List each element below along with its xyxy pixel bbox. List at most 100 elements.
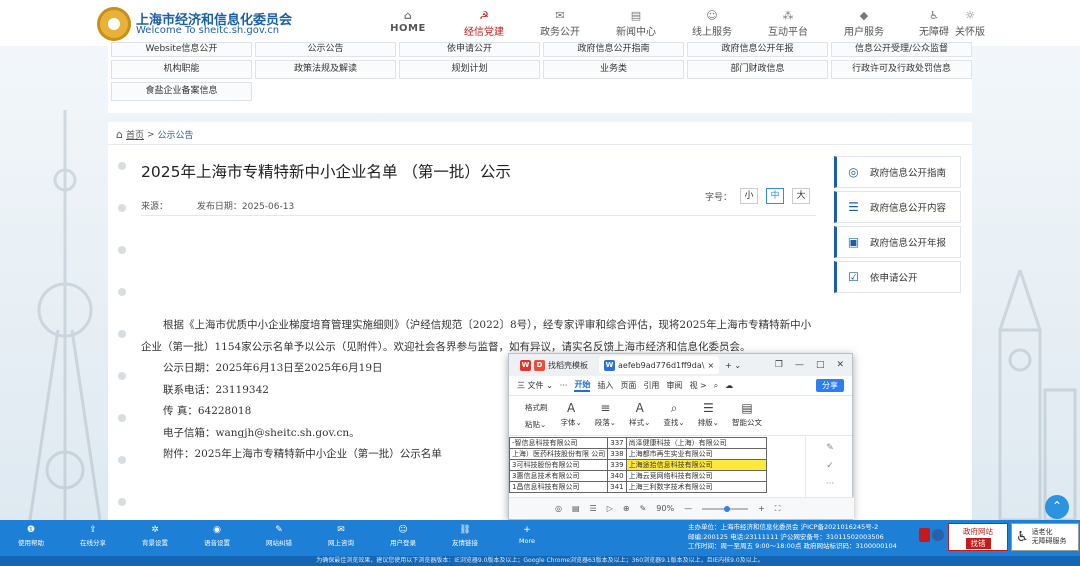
close-tab-icon[interactable]: × — [707, 361, 714, 370]
sidebar-item-1[interactable]: ☰ 政府信息公开内容 — [834, 191, 961, 223]
nav-item-4[interactable]: ☺ 线上服务 — [674, 9, 750, 41]
maximize-icon[interactable]: □ — [816, 360, 825, 370]
pen-icon[interactable]: ✎ — [826, 443, 834, 453]
sidebar-item-2[interactable]: ▣ 政府信息公开年报 — [834, 226, 961, 258]
sidebar-item-0[interactable]: ◎ 政府信息公开指南 — [834, 156, 961, 188]
footer-tool-2[interactable]: ✲ 背景设置 — [124, 524, 186, 547]
back-to-top-button[interactable]: ⌃ — [1045, 495, 1069, 519]
wps-menu-item[interactable]: ··· — [560, 381, 568, 390]
party-emblem-icon: ☭ — [479, 9, 489, 22]
quicklink-item[interactable]: Website信息公开 — [111, 42, 252, 57]
ribbon-button[interactable]: ≡ 段落⌄ — [595, 402, 616, 428]
news-icon: ▤ — [630, 9, 642, 22]
quicklink-item[interactable]: 政策法规及解读 — [255, 60, 396, 79]
wps-menu-item[interactable]: 审阅 — [666, 380, 682, 391]
zoom-slider[interactable] — [702, 505, 749, 512]
quicklink-item[interactable]: 政府信息公开指南 — [543, 42, 684, 57]
wps-menu-item[interactable]: 开始 — [574, 379, 591, 392]
police-emblem-icon — [932, 529, 944, 541]
quicklink-item[interactable]: 食盐企业备案信息 — [111, 82, 252, 101]
nav-item-2[interactable]: ✉ 政务公开 — [522, 9, 598, 41]
nav-item-6[interactable]: ◆ 用户服务 — [826, 9, 902, 41]
sidebar-item-label: 政府信息公开内容 — [870, 203, 947, 214]
footer-tool-label: 用户登录 — [390, 539, 416, 547]
ribbon-button[interactable]: ▤ 智能公文 — [732, 402, 762, 428]
quicklink-item[interactable]: 公示公告 — [255, 42, 396, 57]
nav-item-3[interactable]: ▤ 新闻中心 — [598, 9, 674, 41]
nav-item-0[interactable]: ⌂ HOME — [370, 9, 446, 41]
quicklink-item[interactable]: 业务类 — [543, 60, 684, 79]
clipboard-group: 格式刷粘贴⌄ — [525, 402, 548, 430]
zoom-in-icon[interactable]: + — [758, 504, 765, 513]
footer-tool-5[interactable]: ✉ 网上咨询 — [310, 524, 372, 547]
site-logo[interactable] — [97, 7, 131, 41]
wps-document-view[interactable]: -智信息科技有限公司 337 尚泽健康科技（上海）有限公司 上海）医药科技股份有限 公… — [509, 437, 805, 497]
ribbon-button[interactable]: ☰ 排版⌄ — [698, 402, 719, 428]
nav-item-1[interactable]: ☭ 经信党建 — [446, 9, 522, 41]
diamond-icon: ◆ — [859, 9, 869, 22]
play-icon[interactable]: ▷ — [607, 504, 613, 513]
footer-tool-4[interactable]: ✎ 网站纠错 — [248, 524, 310, 547]
wps-menu-item[interactable]: 视 > — [689, 380, 706, 391]
read-view-icon[interactable]: ☰ — [590, 504, 597, 513]
share-button[interactable]: 分享 — [816, 379, 844, 392]
minimize-icon[interactable]: — — [795, 360, 804, 370]
police-badge-icon[interactable] — [919, 528, 945, 546]
footer-tool-6[interactable]: ☺ 用户登录 — [372, 524, 434, 547]
sidebar-item-3[interactable]: ☑ 依申请公开 — [834, 261, 961, 293]
table-cell: 3可科技股份有限公司 — [509, 459, 609, 471]
breadcrumb-home-link[interactable]: 首页 — [126, 128, 144, 141]
nav-extra-1[interactable]: ☼ 关怀版 — [954, 9, 986, 38]
footer-tool-7[interactable]: ⛓ 友情链接 — [434, 524, 496, 547]
globe-icon[interactable]: ⊕ — [623, 504, 630, 513]
wps-tab-templates[interactable]: W D 找稻壳模板 — [515, 356, 593, 374]
wps-tab-document[interactable]: W aefeb9ad776d1ff9da\ × — [599, 356, 720, 374]
wps-menu-item[interactable]: 三 文件 ⌄ — [517, 380, 553, 391]
quicklink-item[interactable]: 规划计划 — [399, 60, 540, 79]
quicklink-item[interactable]: 机构职能 — [111, 60, 252, 79]
quicklink-item[interactable]: 部门财政信息 — [687, 60, 828, 79]
zoom-out-icon[interactable]: — — [684, 504, 692, 513]
ribbon-button[interactable]: A 样式⌄ — [629, 402, 650, 428]
wps-menu-item[interactable]: 插入 — [597, 380, 613, 391]
quicklink-item[interactable]: 信息公开受理/公众监督 — [831, 42, 972, 57]
wps-menu-item[interactable]: 页面 — [620, 380, 636, 391]
wps-menu-item[interactable]: 引用 — [643, 380, 659, 391]
footer-tool-8[interactable]: + More — [496, 524, 558, 547]
restore-icon[interactable]: ❐ — [775, 360, 783, 370]
pencil-icon[interactable]: ✎ — [640, 504, 647, 513]
quicklink-item[interactable]: 依申请公开 — [399, 42, 540, 57]
gov-site-error-button[interactable]: 政府网站 找错 — [948, 523, 1008, 551]
cloud-icon[interactable]: ☁ — [725, 381, 733, 390]
paste-button[interactable]: 粘贴⌄ — [525, 419, 546, 430]
footer-tool-0[interactable]: ❶ 使用帮助 — [0, 524, 62, 547]
breadcrumb-current[interactable]: 公示公告 — [158, 128, 194, 141]
nav-item-5[interactable]: ⁂ 互动平台 — [750, 9, 826, 41]
dots-icon[interactable]: ··· — [826, 479, 835, 489]
zoom-level[interactable]: 90% — [656, 504, 674, 513]
font-size-large-button[interactable]: 大 — [792, 188, 811, 204]
quicklink-item[interactable]: 政府信息公开年报 — [687, 42, 828, 57]
page-view-icon[interactable]: ▤ — [572, 504, 580, 513]
font-size-small-button[interactable]: 小 — [740, 188, 759, 204]
check-icon[interactable]: ✓ — [826, 461, 834, 471]
search-icon[interactable]: ⌕ — [714, 381, 718, 391]
wps-ribbon: 格式刷粘贴⌄ A 字体⌄ ≡ 段落⌄ A 样式⌄ ⌕ 查找⌄ ☰ 排版⌄ ▤ 智能公文 — [509, 396, 852, 436]
eye-icon[interactable]: ◎ — [555, 504, 562, 513]
gov-label: 政府网站 — [963, 527, 993, 536]
new-tab-icon[interactable]: + ⌄ — [725, 361, 741, 370]
footer-tool-icon: ✲ — [151, 525, 159, 535]
nav-extra-0[interactable]: ♿ 无障碍 — [918, 9, 950, 38]
elderly-accessibility-button[interactable]: ♿ 适老化 无障碍服务 — [1011, 523, 1079, 551]
ribbon-button[interactable]: A 字体⌄ — [561, 402, 582, 428]
fit-icon[interactable]: ⛶ — [775, 504, 781, 514]
quicklink-item[interactable]: 行政许可及行政处罚信息 — [831, 60, 972, 79]
footer-tool-3[interactable]: ◉ 语音设置 — [186, 524, 248, 547]
close-icon[interactable]: ✕ — [836, 360, 844, 370]
footer-tool-1[interactable]: ⇪ 在线分享 — [62, 524, 124, 547]
ribbon-label: 字体⌄ — [560, 418, 582, 427]
format-painter-button[interactable]: 格式刷 — [525, 402, 548, 413]
ribbon-button[interactable]: ⌕ 查找⌄ — [663, 402, 684, 428]
font-size-medium-button[interactable]: 中 — [766, 188, 785, 204]
nav-item-label: 用户服务 — [844, 27, 884, 38]
